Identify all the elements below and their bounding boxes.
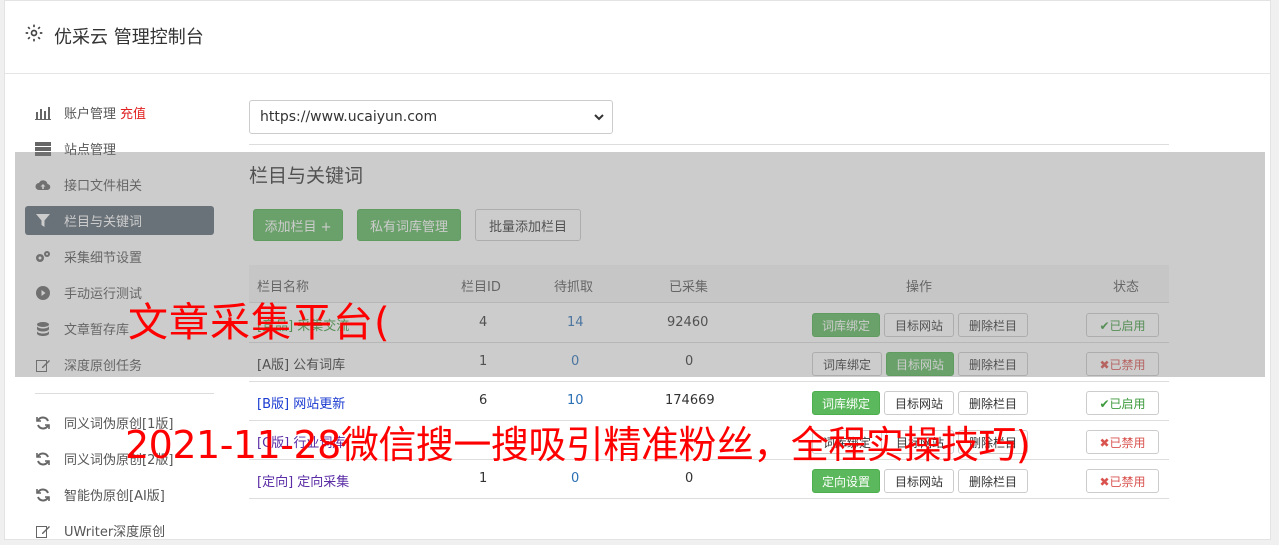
refresh-icon bbox=[35, 451, 51, 467]
sidebar-item-uwriter[interactable]: UWriter深度原创 bbox=[25, 516, 214, 545]
add-column-button[interactable]: 添加栏目 + bbox=[253, 209, 343, 241]
play-circle-icon bbox=[35, 285, 51, 301]
sidebar-item-label: 账户管理 bbox=[64, 107, 117, 122]
target-site-button[interactable]: 目标网站 bbox=[886, 352, 954, 376]
sidebar-item-label: 接口文件相关 bbox=[64, 179, 143, 194]
collected-count: 92460 bbox=[667, 315, 709, 330]
column-id: 1 bbox=[479, 354, 488, 369]
gear-icon bbox=[25, 24, 43, 42]
batch-add-column-button[interactable]: 批量添加栏目 bbox=[475, 209, 581, 241]
pending-count-link[interactable]: 14 bbox=[567, 315, 584, 330]
table-row: [A版] 公有词库 1 0 0 词库绑定 目标网站 删除栏目 ✖已禁用 bbox=[249, 343, 1169, 382]
pending-count-link[interactable]: 0 bbox=[571, 354, 579, 369]
status-toggle[interactable]: ✖已禁用 bbox=[1086, 469, 1159, 493]
refresh-icon bbox=[35, 415, 51, 431]
watermark-line-2: 2021-11-28微信搜一搜吸引精准粉丝，全程实操技巧) bbox=[125, 423, 1031, 467]
column-name-link[interactable]: [定向] 定向采集 bbox=[257, 471, 349, 490]
watermark-line-1: 文章采集平台( bbox=[128, 300, 391, 346]
section-title: 栏目与关键词 bbox=[249, 165, 364, 187]
column-id: 1 bbox=[479, 471, 488, 486]
column-name-link[interactable]: [B版] 网站更新 bbox=[257, 393, 345, 412]
status-toggle[interactable]: ✖已禁用 bbox=[1086, 430, 1159, 454]
filter-icon bbox=[35, 213, 51, 229]
header-pending: 待抓取 bbox=[554, 280, 594, 295]
private-lexicon-button[interactable]: 私有词库管理 bbox=[357, 209, 461, 241]
refresh-icon bbox=[35, 487, 51, 503]
column-name-link[interactable]: [A版] 公有词库 bbox=[257, 354, 345, 373]
status-toggle[interactable]: ✔已启用 bbox=[1086, 313, 1159, 337]
bind-lexicon-button[interactable]: 词库绑定 bbox=[812, 391, 880, 415]
collected-count: 174669 bbox=[665, 393, 715, 408]
sidebar-item-label: 栏目与关键词 bbox=[64, 215, 143, 230]
sidebar-divider bbox=[35, 393, 214, 394]
header-id: 栏目ID bbox=[461, 280, 501, 295]
target-site-button[interactable]: 目标网站 bbox=[884, 469, 954, 493]
status-toggle[interactable]: ✔已启用 bbox=[1086, 391, 1159, 415]
column-id: 4 bbox=[479, 315, 488, 330]
pending-count-link[interactable]: 0 bbox=[571, 471, 579, 486]
edit-icon bbox=[35, 523, 51, 539]
delete-column-button[interactable]: 删除栏目 bbox=[958, 313, 1028, 337]
recharge-link[interactable]: 充值 bbox=[120, 103, 146, 122]
sidebar-item-deep-original[interactable]: 深度原创任务 bbox=[25, 350, 214, 379]
sidebar-item-account[interactable]: 账户管理 充值 bbox=[25, 98, 214, 127]
header-collected: 已采集 bbox=[669, 280, 709, 295]
bind-lexicon-button[interactable]: 词库绑定 bbox=[812, 352, 882, 376]
sidebar-item-label: 采集细节设置 bbox=[64, 251, 143, 266]
sidebar-item-collect-settings[interactable]: 采集细节设置 bbox=[25, 242, 214, 271]
site-select[interactable]: https://www.ucaiyun.com bbox=[249, 100, 613, 134]
collected-count: 0 bbox=[685, 354, 694, 369]
sidebar-item-label: UWriter深度原创 bbox=[64, 525, 166, 540]
main-divider bbox=[249, 144, 1169, 145]
delete-column-button[interactable]: 删除栏目 bbox=[958, 391, 1028, 415]
sidebar-item-label: 智能伪原创[AI版] bbox=[64, 489, 165, 504]
database-icon bbox=[35, 321, 51, 337]
target-site-button[interactable]: 目标网站 bbox=[884, 313, 954, 337]
header-status: 状态 bbox=[1113, 280, 1140, 295]
directed-settings-button[interactable]: 定向设置 bbox=[812, 469, 880, 493]
sidebar-item-label: 深度原创任务 bbox=[64, 359, 143, 374]
header-ops: 操作 bbox=[906, 280, 933, 295]
edit-icon bbox=[35, 357, 51, 373]
sidebar-item-ai-original[interactable]: 智能伪原创[AI版] bbox=[25, 480, 214, 509]
cogs-icon bbox=[35, 249, 51, 265]
sidebar-item-label: 文章暂存库 bbox=[64, 323, 130, 338]
delete-column-button[interactable]: 删除栏目 bbox=[958, 352, 1028, 376]
status-toggle[interactable]: ✖已禁用 bbox=[1086, 352, 1159, 376]
target-site-button[interactable]: 目标网站 bbox=[884, 391, 954, 415]
pending-count-link[interactable]: 10 bbox=[567, 393, 584, 408]
chevron-down-icon bbox=[594, 114, 604, 121]
app-title: 优采云 管理控制台 bbox=[54, 27, 204, 48]
column-id: 6 bbox=[479, 393, 488, 408]
sidebar-item-columns[interactable]: 栏目与关键词 bbox=[25, 206, 214, 235]
sidebar-item-label: 站点管理 bbox=[64, 143, 117, 158]
cloud-upload-icon bbox=[35, 177, 51, 193]
bind-lexicon-button[interactable]: 词库绑定 bbox=[812, 313, 880, 337]
bar-chart-icon bbox=[35, 105, 51, 121]
sidebar-item-interface[interactable]: 接口文件相关 bbox=[25, 170, 214, 199]
sidebar-item-sites[interactable]: 站点管理 bbox=[25, 134, 214, 163]
site-select-value: https://www.ucaiyun.com bbox=[260, 109, 438, 125]
delete-column-button[interactable]: 删除栏目 bbox=[958, 469, 1028, 493]
collected-count: 0 bbox=[685, 471, 694, 486]
server-icon bbox=[35, 141, 51, 157]
